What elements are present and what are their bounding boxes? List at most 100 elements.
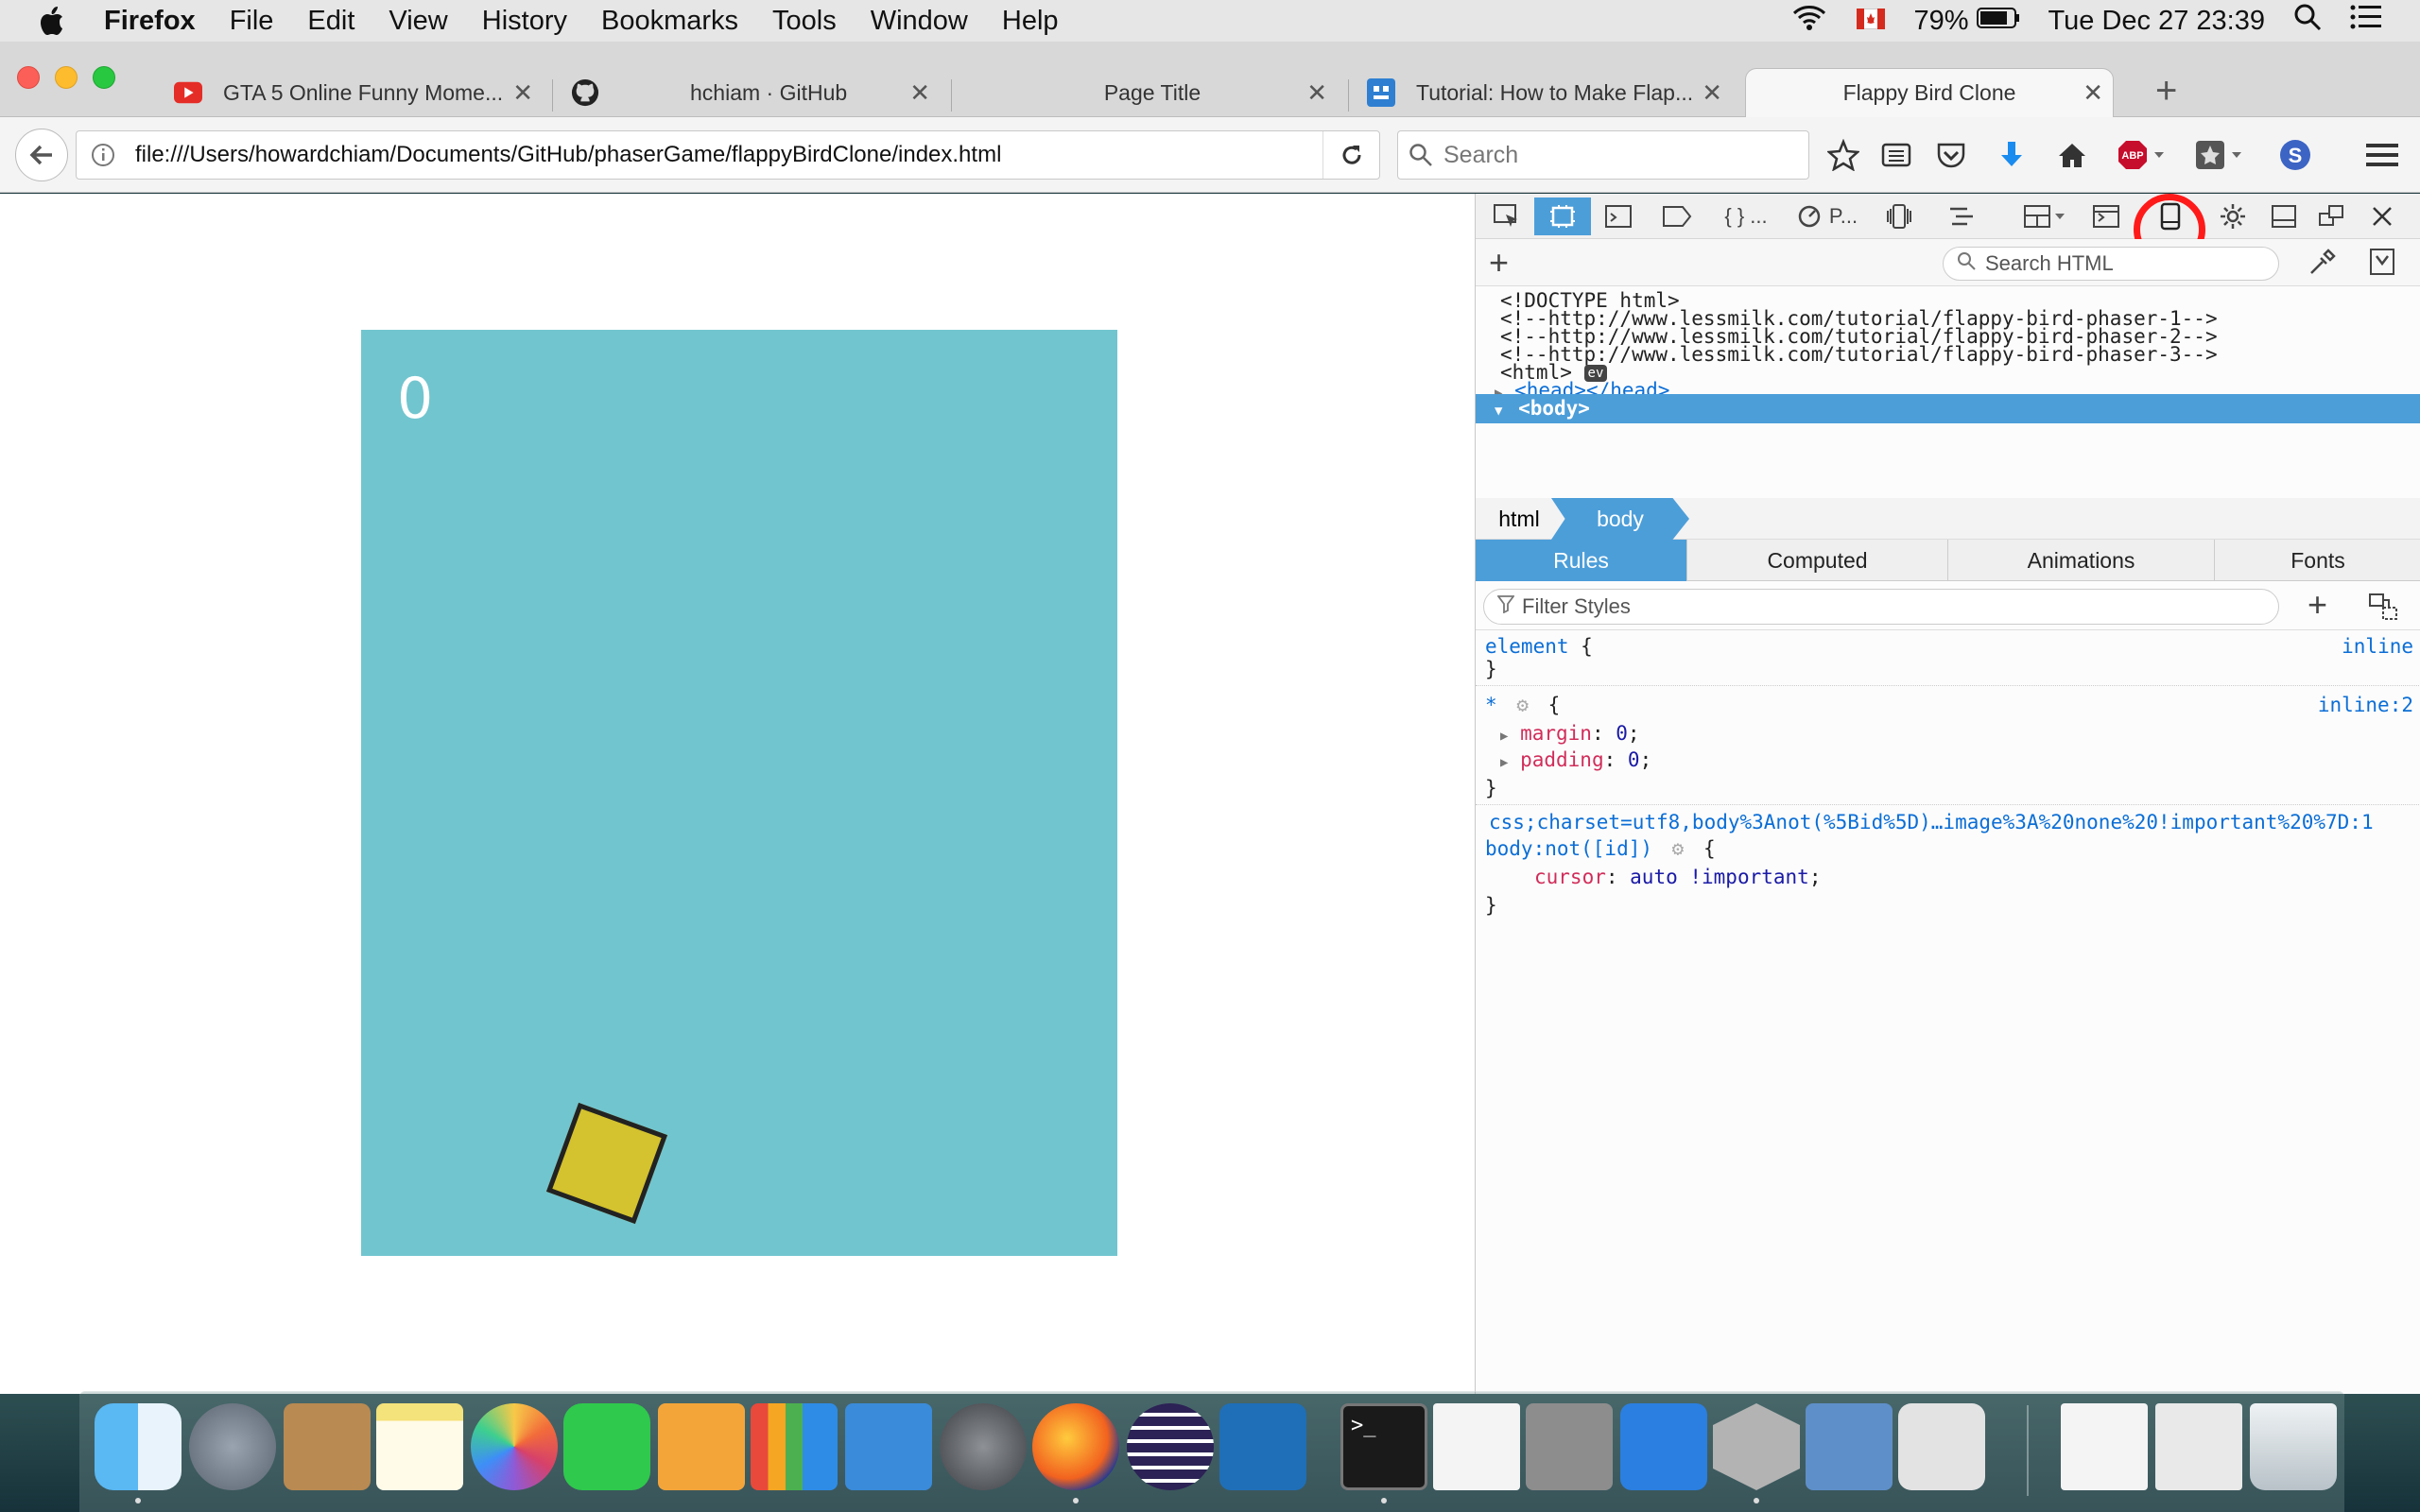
wifi-icon[interactable] bbox=[1790, 3, 1828, 39]
inspector-tab-icon[interactable] bbox=[1534, 198, 1591, 235]
breadcrumb-html[interactable]: html bbox=[1476, 498, 1563, 540]
eyedropper-icon[interactable] bbox=[2308, 249, 2336, 282]
canada-flag-icon[interactable] bbox=[1856, 6, 1886, 37]
scratchpad-icon[interactable] bbox=[2081, 198, 2132, 235]
tab-fonts[interactable]: Fonts bbox=[2215, 540, 2420, 581]
url-bar[interactable]: file:///Users/howardchiam/Documents/GitH… bbox=[76, 130, 1380, 180]
reload-icon[interactable] bbox=[1322, 131, 1379, 179]
downloads-icon[interactable] bbox=[1993, 136, 2031, 174]
breadcrumb-body[interactable]: body bbox=[1551, 498, 1689, 540]
property-value[interactable]: auto !important bbox=[1630, 866, 1809, 888]
close-tab-icon[interactable]: ✕ bbox=[1702, 78, 1722, 108]
tab-page-title[interactable]: Page Title ✕ bbox=[968, 68, 1337, 117]
image-capture-icon[interactable] bbox=[1898, 1403, 1985, 1490]
eclipse-icon[interactable] bbox=[1127, 1403, 1214, 1490]
expand-arrow-icon[interactable]: ▶ bbox=[1500, 755, 1508, 770]
firefox-icon[interactable] bbox=[1032, 1403, 1119, 1490]
filter-styles-input[interactable]: Filter Styles bbox=[1483, 589, 2279, 625]
close-tab-icon[interactable]: ✕ bbox=[2083, 78, 2103, 108]
memory-tab-icon[interactable] bbox=[1871, 198, 1927, 235]
back-button[interactable] bbox=[15, 129, 68, 181]
launchpad-icon[interactable] bbox=[189, 1403, 276, 1490]
tab-animations[interactable]: Animations bbox=[1948, 540, 2215, 581]
menu-file[interactable]: File bbox=[230, 6, 274, 37]
rule-source-link[interactable]: css;charset=utf8,body%3Anot(%5Bid%5D)…im… bbox=[1489, 808, 2374, 836]
gear-icon[interactable]: ⚙ bbox=[1516, 694, 1529, 716]
declaration-cursor[interactable]: cursor: auto !important; bbox=[1534, 863, 1821, 891]
trash-icon[interactable] bbox=[2250, 1403, 2337, 1490]
close-tab-icon[interactable]: ✕ bbox=[1306, 78, 1327, 108]
finder-icon[interactable] bbox=[95, 1403, 182, 1490]
documents-stack-icon[interactable] bbox=[2061, 1403, 2148, 1490]
tab-github[interactable]: hchiam · GitHub ✕ bbox=[571, 68, 940, 117]
adblock-plus-icon[interactable]: ABP bbox=[2116, 136, 2169, 174]
spotlight-icon[interactable] bbox=[2293, 3, 2322, 39]
rule-source-link[interactable]: inline:2 bbox=[2318, 691, 2413, 719]
notification-center-icon[interactable] bbox=[2350, 4, 2382, 38]
markup-body-node[interactable]: ▼ <body> bbox=[1476, 394, 2420, 423]
expand-arrow-icon[interactable]: ▶ bbox=[1500, 729, 1508, 744]
menu-bookmarks[interactable]: Bookmarks bbox=[601, 6, 738, 37]
numbers-icon[interactable] bbox=[751, 1403, 838, 1490]
property-name[interactable]: margin bbox=[1520, 722, 1592, 745]
tab-youtube[interactable]: GTA 5 Online Funny Mome... ✕ bbox=[174, 68, 543, 117]
textedit-icon[interactable] bbox=[1433, 1403, 1520, 1490]
close-devtools-icon[interactable] bbox=[2357, 198, 2408, 235]
markup-comment[interactable]: <!--http://www.lessmilk.com/tutorial/fla… bbox=[1500, 340, 2218, 369]
sync-s-icon[interactable]: S bbox=[2276, 136, 2314, 174]
terminal-icon[interactable]: >_ bbox=[1340, 1403, 1427, 1490]
menu-app-name[interactable]: Firefox bbox=[104, 6, 196, 37]
rule-universal[interactable]: * ⚙ { bbox=[1485, 691, 1560, 719]
rule-body-not-id[interactable]: body:not([id]) ⚙ { bbox=[1485, 834, 1716, 863]
calculator-icon[interactable] bbox=[1526, 1403, 1613, 1490]
keynote-icon[interactable] bbox=[845, 1403, 932, 1490]
property-name[interactable]: padding bbox=[1520, 748, 1604, 771]
declaration-margin[interactable]: ▶ margin: 0; bbox=[1500, 719, 1640, 747]
search-html-input[interactable]: Search HTML bbox=[1943, 247, 2279, 281]
property-name[interactable]: cursor bbox=[1534, 866, 1606, 888]
menu-tools[interactable]: Tools bbox=[772, 6, 837, 37]
png-file-icon[interactable] bbox=[2155, 1403, 2242, 1490]
menu-help[interactable]: Help bbox=[1002, 6, 1059, 37]
collapse-arrow-icon[interactable]: ▼ bbox=[1495, 404, 1502, 419]
toggle-pseudo-class-icon[interactable] bbox=[2368, 593, 2400, 629]
tab-tutorial[interactable]: Tutorial: How to Make Flap... ✕ bbox=[1367, 68, 1732, 117]
menu-history[interactable]: History bbox=[482, 6, 567, 37]
battery-icon[interactable] bbox=[1976, 6, 2020, 37]
zoom-window-button[interactable] bbox=[93, 66, 115, 89]
contacts-icon[interactable] bbox=[284, 1403, 371, 1490]
close-tab-icon[interactable]: ✕ bbox=[512, 78, 533, 108]
gear-icon[interactable]: ⚙ bbox=[1672, 837, 1685, 860]
xcode-icon[interactable] bbox=[1620, 1403, 1707, 1490]
network-tab-icon[interactable] bbox=[1935, 198, 1988, 235]
url-text[interactable]: file:///Users/howardchiam/Documents/GitH… bbox=[135, 142, 1001, 168]
separate-window-icon[interactable] bbox=[2308, 198, 2355, 235]
pages-icon[interactable] bbox=[658, 1403, 745, 1490]
add-node-icon[interactable]: + bbox=[1489, 243, 1509, 283]
declaration-padding[interactable]: ▶ padding: 0; bbox=[1500, 746, 1651, 774]
property-value[interactable]: 0 bbox=[1616, 722, 1628, 745]
extension-icon[interactable] bbox=[2193, 136, 2246, 174]
reading-list-icon[interactable] bbox=[1877, 136, 1915, 174]
site-info-icon[interactable] bbox=[77, 143, 130, 167]
screenshot-node-icon[interactable] bbox=[2368, 247, 2396, 282]
facetime-icon[interactable] bbox=[563, 1403, 650, 1490]
debugger-tab-icon[interactable] bbox=[1651, 198, 1703, 235]
system-preferences-icon[interactable] bbox=[940, 1403, 1027, 1490]
remote-desktop-icon[interactable] bbox=[1806, 1403, 1893, 1490]
element-picker-icon[interactable] bbox=[1483, 198, 1530, 235]
hamburger-menu-icon[interactable] bbox=[2363, 136, 2401, 174]
clock[interactable]: Tue Dec 27 23:39 bbox=[2048, 6, 2265, 37]
home-icon[interactable] bbox=[2053, 136, 2091, 174]
virtualbox-icon[interactable] bbox=[1219, 1403, 1306, 1490]
bookmark-star-icon[interactable] bbox=[1824, 136, 1862, 174]
tab-rules[interactable]: Rules bbox=[1476, 540, 1687, 581]
markup-view[interactable]: <!DOCTYPE html> <!--http://www.lessmilk.… bbox=[1476, 286, 2420, 496]
dock-bottom-icon[interactable] bbox=[2260, 198, 2308, 235]
search-bar[interactable]: Search bbox=[1397, 130, 1809, 180]
tab-flappy-bird-clone[interactable]: Flappy Bird Clone ✕ bbox=[1745, 68, 2114, 117]
rule-source-link[interactable]: inline bbox=[2342, 632, 2413, 661]
menu-window[interactable]: Window bbox=[871, 6, 968, 37]
settings-gear-icon[interactable] bbox=[2209, 198, 2256, 235]
console-tab-icon[interactable] bbox=[1593, 198, 1644, 235]
